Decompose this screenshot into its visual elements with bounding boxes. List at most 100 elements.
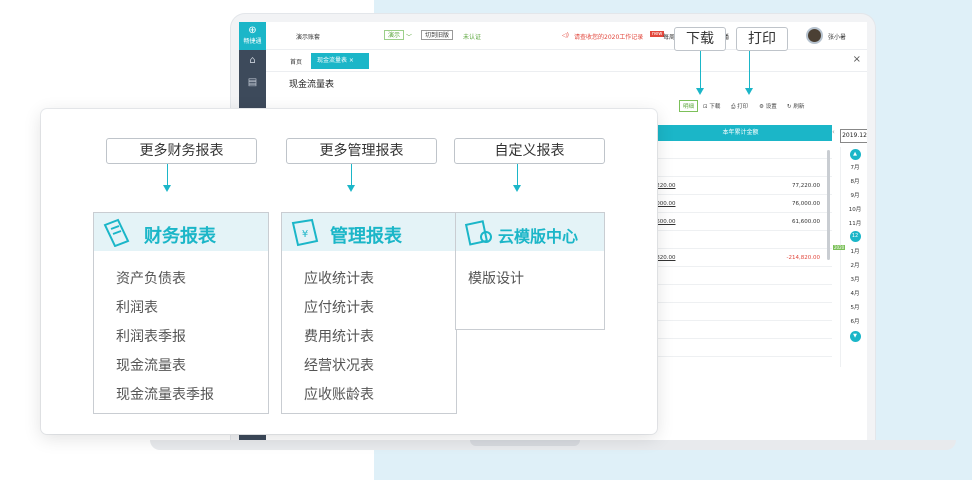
download-arrow-head	[696, 88, 704, 95]
close-icon[interactable]: ×	[853, 54, 861, 65]
page-title: 现金流量表	[289, 80, 335, 90]
month-item[interactable]: 8月	[841, 175, 867, 189]
report-overlay-card: 更多财务报表 更多管理报表 自定义报表 财务报表 资产负债表 利润表 利润表季报 现金…	[41, 109, 657, 434]
period-select[interactable]: 2019.12	[840, 129, 867, 143]
report-list-item[interactable]: 利润表	[116, 294, 246, 323]
row-right-value: -214,820.00	[786, 255, 820, 261]
svg-text:¥: ¥	[302, 229, 308, 240]
month-down-icon[interactable]: ▼	[841, 329, 867, 343]
more-management-callout: 更多管理报表	[286, 138, 437, 164]
table-row	[649, 267, 832, 285]
print-arrow-line	[749, 51, 750, 89]
print-arrow-head	[745, 88, 753, 95]
document-icon[interactable]: ▤	[239, 72, 266, 94]
table-header: 本年累计金额	[649, 125, 832, 141]
report-list-item[interactable]: 应收账龄表	[304, 381, 434, 410]
stage: ⊕ 畅捷通 ⌂ ▤ 演示账套 演示 ﹀ 切到旧版 未认证 ◁) 请查收您的202…	[0, 0, 972, 480]
report-list-item[interactable]: 应收统计表	[304, 265, 434, 294]
download-arrow-line	[700, 51, 701, 89]
management-report-list: 应收统计表 应付统计表 费用统计表 经营状况表 应收账龄表	[282, 251, 456, 420]
chevron-left-icon[interactable]: ‹	[832, 128, 835, 136]
report-list-item[interactable]: 应付统计表	[304, 294, 434, 323]
month-item[interactable]: 2月	[841, 259, 867, 273]
speaker-icon: ◁)	[562, 32, 569, 39]
month-item[interactable]: 6月	[841, 315, 867, 329]
finance-report-icon	[103, 218, 130, 247]
download-button[interactable]: ⊡ 下载	[703, 102, 720, 110]
report-list-item[interactable]: 现金流量表季报	[116, 381, 246, 410]
finance-arrow-line	[167, 164, 168, 186]
month-item[interactable]: 5月	[841, 301, 867, 315]
management-report-icon: ¥	[291, 218, 319, 247]
custom-arrow-line	[517, 164, 518, 186]
report-list-item[interactable]: 资产负债表	[116, 265, 246, 294]
table-row	[649, 159, 832, 177]
laptop-notch	[470, 440, 580, 446]
month-up-icon[interactable]: ▲	[841, 147, 867, 161]
management-report-header: ¥ 管理报表	[282, 213, 456, 251]
switch-old-version-button[interactable]: 切到旧版	[421, 30, 454, 40]
company-name[interactable]: 演示账套	[296, 32, 320, 41]
management-report-panel: ¥ 管理报表 应收统计表 应付统计表 费用统计表 经营状况表 应收账龄表	[281, 212, 457, 414]
management-arrow-line	[351, 164, 352, 186]
row-right-value: 61,600.00	[792, 219, 820, 225]
scrollbar[interactable]	[827, 150, 830, 260]
user-name[interactable]: 张小暑	[828, 32, 846, 41]
management-arrow-head	[347, 185, 355, 192]
month-item[interactable]: 12月	[841, 231, 867, 250]
report-list-item[interactable]: 经营状况表	[304, 352, 434, 381]
table-row	[649, 231, 832, 249]
report-table: 7,220.00 77,220.00 6,000.00 76,000.00 1,600.…	[649, 141, 832, 357]
refresh-button[interactable]: ↻ 刷新	[787, 102, 804, 110]
table-row: 4,820.00 -214,820.00	[649, 249, 832, 267]
table-row: 6,000.00 76,000.00	[649, 195, 832, 213]
month-item[interactable]: 3月	[841, 273, 867, 287]
finance-report-panel: 财务报表 资产负债表 利润表 利润表季报 现金流量表 现金流量表季报	[93, 212, 269, 414]
row-right-value: 76,000.00	[792, 201, 820, 207]
cloud-template-title: 云模版中心	[498, 227, 579, 246]
table-row	[649, 141, 832, 159]
table-row	[649, 339, 832, 357]
report-list-item[interactable]: 现金流量表	[116, 352, 246, 381]
month-item[interactable]: 9月	[841, 189, 867, 203]
management-report-title: 管理报表	[330, 226, 402, 247]
report-list-item[interactable]: 费用统计表	[304, 323, 434, 352]
cloud-template-panel: 云模版中心 模版设计	[455, 212, 605, 330]
chevron-down-icon[interactable]: ﹀	[406, 32, 412, 41]
more-finance-callout: 更多财务报表	[106, 138, 257, 164]
row-right-value: 77,220.00	[792, 183, 820, 189]
custom-report-callout: 自定义报表	[454, 138, 605, 164]
custom-arrow-head	[513, 185, 521, 192]
notice-text[interactable]: 请查收您的2020工作记录	[574, 32, 643, 41]
month-item[interactable]: 4月	[841, 287, 867, 301]
unverified-status[interactable]: 未认证	[463, 32, 481, 41]
table-row	[649, 303, 832, 321]
table-row	[649, 321, 832, 339]
download-callout: 下载	[674, 27, 726, 51]
detail-button[interactable]: 明细	[679, 100, 699, 112]
month-item[interactable]: 11月	[841, 217, 867, 231]
report-list-item[interactable]: 模版设计	[468, 265, 582, 294]
finance-report-title: 财务报表	[144, 226, 216, 247]
cloud-template-header: 云模版中心	[456, 213, 604, 251]
finance-arrow-head	[163, 185, 171, 192]
tab-bar: 首页 现金流量表 × ×	[266, 50, 867, 72]
table-row	[649, 285, 832, 303]
home-icon[interactable]: ⌂	[239, 50, 266, 72]
finance-report-list: 资产负债表 利润表 利润表季报 现金流量表 现金流量表季报	[94, 251, 268, 420]
print-button[interactable]: ⎙ 打印	[731, 102, 748, 111]
cloud-template-list: 模版设计	[456, 251, 604, 304]
month-item[interactable]: 7月	[841, 161, 867, 175]
mode-select[interactable]: 演示	[384, 30, 405, 40]
month-item[interactable]: 10月	[841, 203, 867, 217]
table-row: 7,220.00 77,220.00	[649, 177, 832, 195]
year-tag: 2020	[833, 245, 846, 250]
tab-cash-flow[interactable]: 现金流量表 ×	[311, 53, 369, 69]
report-list-item[interactable]: 利润表季报	[116, 323, 246, 352]
tab-home[interactable]: 首页	[290, 57, 302, 66]
app-logo[interactable]: ⊕ 畅捷通	[239, 22, 266, 50]
finance-report-header: 财务报表	[94, 213, 268, 251]
avatar[interactable]	[806, 27, 823, 44]
settings-button[interactable]: ⚙ 设置	[759, 102, 777, 110]
table-row: 1,600.00 61,600.00	[649, 213, 832, 231]
